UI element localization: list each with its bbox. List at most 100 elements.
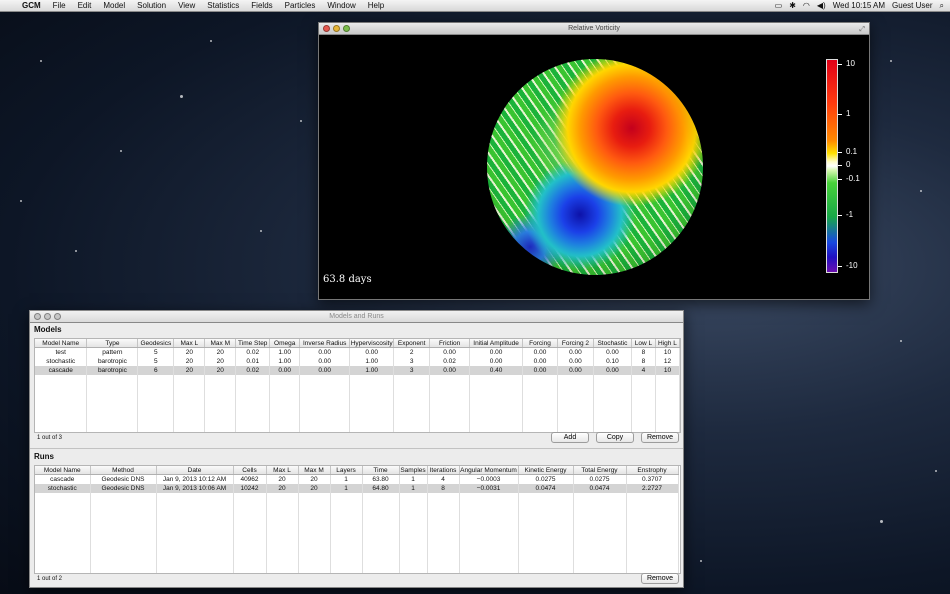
table-cell: 0.01 bbox=[235, 357, 271, 366]
table-cell: 0.00 bbox=[299, 347, 351, 357]
table-row[interactable]: stochastic barotropic 5 20 20 0.01 1.00 0.00 1.0… bbox=[35, 357, 680, 366]
vorticity-window: Relative Vorticity ⤢ 63.8 days 10 1 0.1 … bbox=[318, 22, 870, 300]
column-header[interactable]: Hyperviscosity bbox=[349, 339, 395, 348]
column-header[interactable]: Friction bbox=[429, 339, 471, 348]
empty-row bbox=[35, 411, 680, 420]
menu-view[interactable]: View bbox=[172, 1, 201, 10]
column-header[interactable]: Kinetic Energy bbox=[518, 466, 574, 475]
column-header[interactable]: Iterations bbox=[427, 466, 460, 475]
column-header[interactable]: Omega bbox=[269, 339, 301, 348]
menu-fields[interactable]: Fields bbox=[245, 1, 278, 10]
table-cell: 0.00 bbox=[522, 357, 558, 366]
table-cell: 10 bbox=[655, 347, 680, 357]
volume-icon[interactable]: ◀) bbox=[817, 1, 826, 10]
models-window-titlebar[interactable]: Models and Runs bbox=[30, 311, 683, 323]
column-header[interactable]: Max M bbox=[298, 466, 331, 475]
table-cell: −0.0031 bbox=[459, 484, 519, 493]
column-header[interactable]: Time bbox=[362, 466, 400, 475]
table-row[interactable]: cascade Geodesic DNS Jan 9, 2013 10:12 AM 4… bbox=[35, 474, 679, 484]
table-row[interactable]: test pattern 5 20 20 0.02 1.00 0.00 0.00 2 0.00 0.0… bbox=[35, 347, 680, 357]
table-row[interactable]: cascade barotropic 6 20 20 0.02 0.00 0.00 1.00 3 0… bbox=[35, 366, 680, 375]
add-model-button[interactable]: Add bbox=[551, 432, 589, 443]
column-header[interactable]: Stochastic bbox=[593, 339, 632, 348]
column-header[interactable]: High L bbox=[655, 339, 680, 348]
column-header[interactable]: Initial Amplitude bbox=[469, 339, 524, 348]
table-cell: 0.10 bbox=[593, 357, 632, 366]
column-header[interactable]: Samples bbox=[399, 466, 428, 475]
column-header[interactable]: Model Name bbox=[35, 339, 88, 348]
table-cell: 20 bbox=[204, 357, 237, 366]
menu-clock[interactable]: Wed 10:15 AM bbox=[833, 1, 885, 10]
zoom-icon[interactable] bbox=[54, 313, 61, 320]
bluetooth-icon[interactable]: ✱ bbox=[789, 1, 796, 10]
column-header[interactable]: Inverse Radius bbox=[299, 339, 351, 348]
runs-count: 1 out of 2 bbox=[37, 576, 63, 582]
column-header[interactable]: Max M bbox=[204, 339, 237, 348]
table-cell: 0.02 bbox=[429, 357, 471, 366]
column-header[interactable]: Low L bbox=[631, 339, 656, 348]
column-header[interactable]: Model Name bbox=[35, 466, 91, 475]
column-header[interactable]: Layers bbox=[330, 466, 363, 475]
column-header[interactable]: Max L bbox=[266, 466, 299, 475]
colorbar-label: 1 bbox=[846, 109, 851, 118]
table-cell: 6 bbox=[137, 366, 175, 375]
column-header[interactable]: Date bbox=[156, 466, 234, 475]
menu-model[interactable]: Model bbox=[97, 1, 131, 10]
column-header[interactable]: Type bbox=[86, 339, 139, 348]
table-cell: 0.00 bbox=[269, 366, 301, 375]
table-cell: Geodesic DNS bbox=[90, 484, 157, 493]
table-cell: 1.00 bbox=[269, 347, 301, 357]
minimize-icon[interactable] bbox=[333, 25, 340, 32]
models-window-title: Models and Runs bbox=[329, 313, 384, 320]
column-header[interactable]: Forcing 2 bbox=[557, 339, 594, 348]
zoom-icon[interactable] bbox=[343, 25, 350, 32]
remove-run-button[interactable]: Remove bbox=[641, 573, 679, 584]
table-cell: barotropic bbox=[86, 357, 139, 366]
table-cell: 20 bbox=[173, 366, 206, 375]
close-icon[interactable] bbox=[34, 313, 41, 320]
column-header[interactable]: Method bbox=[90, 466, 157, 475]
menu-edit[interactable]: Edit bbox=[72, 1, 98, 10]
column-header[interactable]: Time Step bbox=[235, 339, 271, 348]
wifi-icon[interactable]: ◠ bbox=[803, 1, 810, 10]
table-cell: 1 bbox=[330, 474, 363, 484]
column-header[interactable]: Geodesics bbox=[137, 339, 175, 348]
table-row[interactable]: stochastic Geodesic DNS Jan 9, 2013 10:06 … bbox=[35, 484, 679, 493]
column-header[interactable]: Total Energy bbox=[573, 466, 627, 475]
vorticity-window-titlebar[interactable]: Relative Vorticity ⤢ bbox=[319, 23, 869, 35]
menu-help[interactable]: Help bbox=[362, 1, 390, 10]
close-icon[interactable] bbox=[323, 25, 330, 32]
column-header[interactable]: Enstrophy bbox=[626, 466, 679, 475]
menu-particles[interactable]: Particles bbox=[279, 1, 322, 10]
empty-row bbox=[35, 547, 679, 556]
battery-icon[interactable]: ▭ bbox=[775, 1, 783, 10]
table-cell: 0.00 bbox=[593, 347, 632, 357]
models-table[interactable]: Model Name Type Geodesics Max L Max M Time St… bbox=[34, 338, 681, 433]
table-cell: 20 bbox=[204, 347, 237, 357]
table-cell: 5 bbox=[137, 347, 175, 357]
table-cell: 0.00 bbox=[349, 347, 395, 357]
fullscreen-icon[interactable]: ⤢ bbox=[859, 24, 865, 35]
table-cell: stochastic bbox=[35, 484, 91, 493]
column-header[interactable]: Angular Momentum bbox=[459, 466, 519, 475]
column-header[interactable]: Forcing bbox=[522, 339, 558, 348]
menu-user[interactable]: Guest User bbox=[892, 1, 932, 10]
column-header[interactable]: Exponent bbox=[393, 339, 431, 348]
empty-row bbox=[35, 556, 679, 565]
spotlight-search-icon[interactable]: ⌕ bbox=[940, 1, 944, 11]
empty-row bbox=[35, 420, 680, 429]
table-cell: 20 bbox=[298, 484, 331, 493]
menu-app-name[interactable]: GCM bbox=[16, 1, 47, 10]
remove-model-button[interactable]: Remove bbox=[641, 432, 679, 443]
runs-table[interactable]: Model Name Method Date Cells Max L Max M Layer… bbox=[34, 465, 681, 574]
column-header[interactable]: Cells bbox=[233, 466, 267, 475]
menu-statistics[interactable]: Statistics bbox=[201, 1, 245, 10]
menu-file[interactable]: File bbox=[47, 1, 72, 10]
menu-window[interactable]: Window bbox=[321, 1, 361, 10]
table-cell: 0.3707 bbox=[626, 474, 679, 484]
table-cell: −0.0003 bbox=[459, 474, 519, 484]
minimize-icon[interactable] bbox=[44, 313, 51, 320]
copy-model-button[interactable]: Copy bbox=[596, 432, 634, 443]
menu-solution[interactable]: Solution bbox=[131, 1, 172, 10]
column-header[interactable]: Max L bbox=[173, 339, 206, 348]
